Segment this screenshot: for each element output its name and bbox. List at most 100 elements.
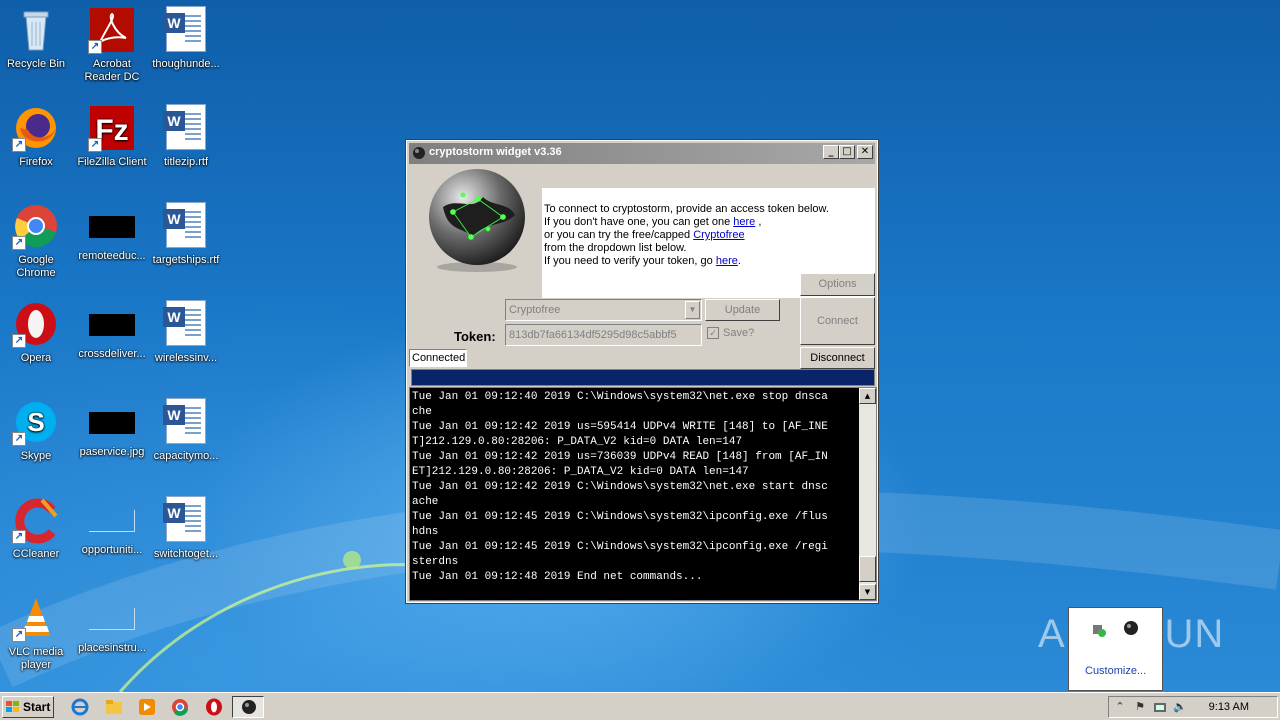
desktop-icon-titlezip[interactable]: W titlezip.rtf xyxy=(148,104,224,169)
windows-flag-icon xyxy=(6,701,19,712)
connect-button[interactable]: Connect xyxy=(800,297,875,345)
desktop-icon-recycle-bin[interactable]: Recycle Bin xyxy=(0,6,74,71)
desktop-icon-google-chrome[interactable]: ↗ Google Chrome xyxy=(0,202,74,280)
desktop-icon-label: Firefox xyxy=(19,156,53,168)
scroll-down-icon[interactable]: ▼ xyxy=(859,584,876,600)
log-line: Tue Jan 01 09:12:45 2019 C:\Windows\syst… xyxy=(412,511,828,523)
cryptostorm-tray-icon xyxy=(1124,621,1138,635)
desktop-icon-ccleaner[interactable]: ↗ CCleaner xyxy=(0,496,74,561)
desktop-icon-opera[interactable]: ↗ Opera xyxy=(0,300,74,365)
globe-logo-icon xyxy=(429,169,525,272)
log-text: Tue Jan 01 09:12:40 2019 C:\Windows\syst… xyxy=(412,390,858,585)
acrobat-icon: ↗ xyxy=(88,6,136,54)
maximize-button[interactable]: □ xyxy=(839,145,855,159)
file-thumbnail-icon xyxy=(89,608,135,630)
desktop-icon-label: capacitymo... xyxy=(153,450,219,462)
customize-link[interactable]: Customize... xyxy=(1085,665,1146,677)
save-checkbox[interactable]: ✓ Save? xyxy=(707,327,754,339)
close-button[interactable]: ✕ xyxy=(857,145,873,159)
firefox-icon: ↗ xyxy=(12,104,60,152)
desktop-icon-label: placesinstru... xyxy=(78,642,146,654)
cryptofree-link[interactable]: Cryptofree xyxy=(693,229,744,241)
minimize-button[interactable]: _ xyxy=(823,145,839,159)
token-input[interactable]: 813db7fa66134df5295d98c5abbf5 xyxy=(505,324,702,346)
verify-token-link[interactable]: here xyxy=(716,255,738,267)
opera-icon: ↗ xyxy=(12,300,60,348)
taskbar: Start ⌃ ⚑ 🔈 9:13 AM xyxy=(0,692,1280,720)
desktop-icon-vlc[interactable]: ↗ VLC media player xyxy=(0,594,74,672)
desktop-icon-label: titlezip.rtf xyxy=(163,156,208,168)
show-hidden-icons-icon[interactable]: ⌃ xyxy=(1113,700,1127,714)
network-icon[interactable] xyxy=(1153,700,1167,714)
server-select[interactable]: Cryptofree ▼ xyxy=(505,299,702,321)
scroll-up-icon[interactable]: ▲ xyxy=(859,388,876,404)
chevron-down-icon[interactable]: ▼ xyxy=(685,301,700,319)
log-line: Tue Jan 01 09:12:42 2019 us=736039 UDPv4… xyxy=(412,451,828,463)
word-document-icon: W xyxy=(163,104,206,150)
desktop-icon-label: paservice.jpg xyxy=(79,446,145,458)
file-thumbnail-icon xyxy=(89,510,135,532)
chrome-taskbar-icon[interactable] xyxy=(170,697,190,717)
shortcut-arrow-icon: ↗ xyxy=(88,138,102,152)
desktop-icon-wirelessinv[interactable]: W wirelessinv... xyxy=(148,300,224,365)
desktop-icon-capacitymo[interactable]: W capacitymo... xyxy=(148,398,224,463)
desktop-icon-targetships[interactable]: W targetships.rtf xyxy=(148,202,224,267)
token-label: Token: xyxy=(454,329,496,344)
desktop-icon-placesinstru[interactable]: placesinstru... xyxy=(74,594,150,655)
word-document-icon: W xyxy=(163,398,206,444)
scroll-thumb[interactable] xyxy=(859,556,876,582)
options-button[interactable]: Options xyxy=(800,273,875,296)
window-title: cryptostorm widget v3.36 xyxy=(429,146,562,158)
internet-explorer-icon[interactable] xyxy=(70,697,90,717)
opera-taskbar-icon[interactable] xyxy=(204,697,224,717)
desktop-icon-remoteeduc[interactable]: remoteeduc... xyxy=(74,202,150,263)
file-thumbnail-icon xyxy=(89,216,135,238)
desktop-icon-label: Recycle Bin xyxy=(6,58,66,70)
desktop-icon-opportuniti[interactable]: opportuniti... xyxy=(74,496,150,557)
disconnect-button[interactable]: Disconnect xyxy=(800,347,875,369)
desktop-icon-label: thoughunde... xyxy=(152,58,220,70)
word-document-icon: W xyxy=(163,6,206,52)
shortcut-arrow-icon: ↗ xyxy=(12,138,26,152)
log-line: Tue Jan 01 09:12:48 2019 End net command… xyxy=(412,571,703,583)
network-tray-icon xyxy=(1093,625,1106,637)
desktop-icon-crossdeliver[interactable]: crossdeliver... xyxy=(74,300,150,361)
desktop-icon-acrobat[interactable]: ↗ Acrobat Reader DC xyxy=(74,6,150,84)
log-scrollbar[interactable]: ▲ ▼ xyxy=(859,388,876,600)
tray-overflow-popup: Customize... xyxy=(1068,607,1163,691)
shortcut-arrow-icon: ↗ xyxy=(12,334,26,348)
log-line: Tue Jan 01 09:12:42 2019 C:\Windows\syst… xyxy=(412,481,828,493)
progress-bar xyxy=(411,369,875,386)
cryptostorm-window: cryptostorm widget v3.36 _ □ ✕ To connec… xyxy=(405,139,879,604)
desktop-icon-label: crossdeliver... xyxy=(78,348,146,360)
action-center-flag-icon[interactable]: ⚑ xyxy=(1133,700,1147,714)
desktop-icon-filezilla[interactable]: Fz ↗ FileZilla Client xyxy=(74,104,150,169)
desktop-icon-label: Acrobat Reader DC xyxy=(84,58,140,83)
media-player-icon[interactable] xyxy=(137,697,157,717)
get-token-link[interactable]: here xyxy=(733,216,755,228)
connection-status: Connected xyxy=(409,349,467,367)
log-console[interactable]: Tue Jan 01 09:12:40 2019 C:\Windows\syst… xyxy=(409,387,877,601)
start-button[interactable]: Start xyxy=(2,696,54,718)
log-line: che xyxy=(412,406,432,418)
taskbar-item-cryptostorm[interactable] xyxy=(232,696,264,718)
desktop-icon-thoughunde[interactable]: W thoughunde... xyxy=(148,6,224,71)
file-explorer-icon[interactable] xyxy=(104,697,124,717)
desktop-icon-skype[interactable]: S ↗ Skype xyxy=(0,398,74,463)
update-button[interactable]: Update xyxy=(705,299,780,321)
desktop-icon-label: Google Chrome xyxy=(16,254,56,279)
file-thumbnail-icon xyxy=(89,314,135,336)
window-titlebar[interactable]: cryptostorm widget v3.36 _ □ ✕ xyxy=(409,143,875,164)
server-select-value: Cryptofree xyxy=(509,304,561,316)
desktop-icon-firefox[interactable]: ↗ Firefox xyxy=(0,104,74,169)
skype-icon: S ↗ xyxy=(12,398,60,446)
log-line: T]212.129.0.80:28206: P_DATA_V2 kid=0 DA… xyxy=(412,436,743,448)
volume-icon[interactable]: 🔈 xyxy=(1173,700,1187,714)
save-label: Save? xyxy=(723,327,755,339)
desktop-icon-label: CCleaner xyxy=(12,548,60,560)
cryptostorm-app-icon xyxy=(413,147,425,159)
desktop-icon-switchtoget[interactable]: W switchtoget... xyxy=(148,496,224,561)
clock[interactable]: 9:13 AM xyxy=(1209,701,1249,713)
info-line: To connect to cryptostorm, provide an ac… xyxy=(544,203,829,215)
desktop-icon-paservice[interactable]: paservice.jpg xyxy=(74,398,150,459)
